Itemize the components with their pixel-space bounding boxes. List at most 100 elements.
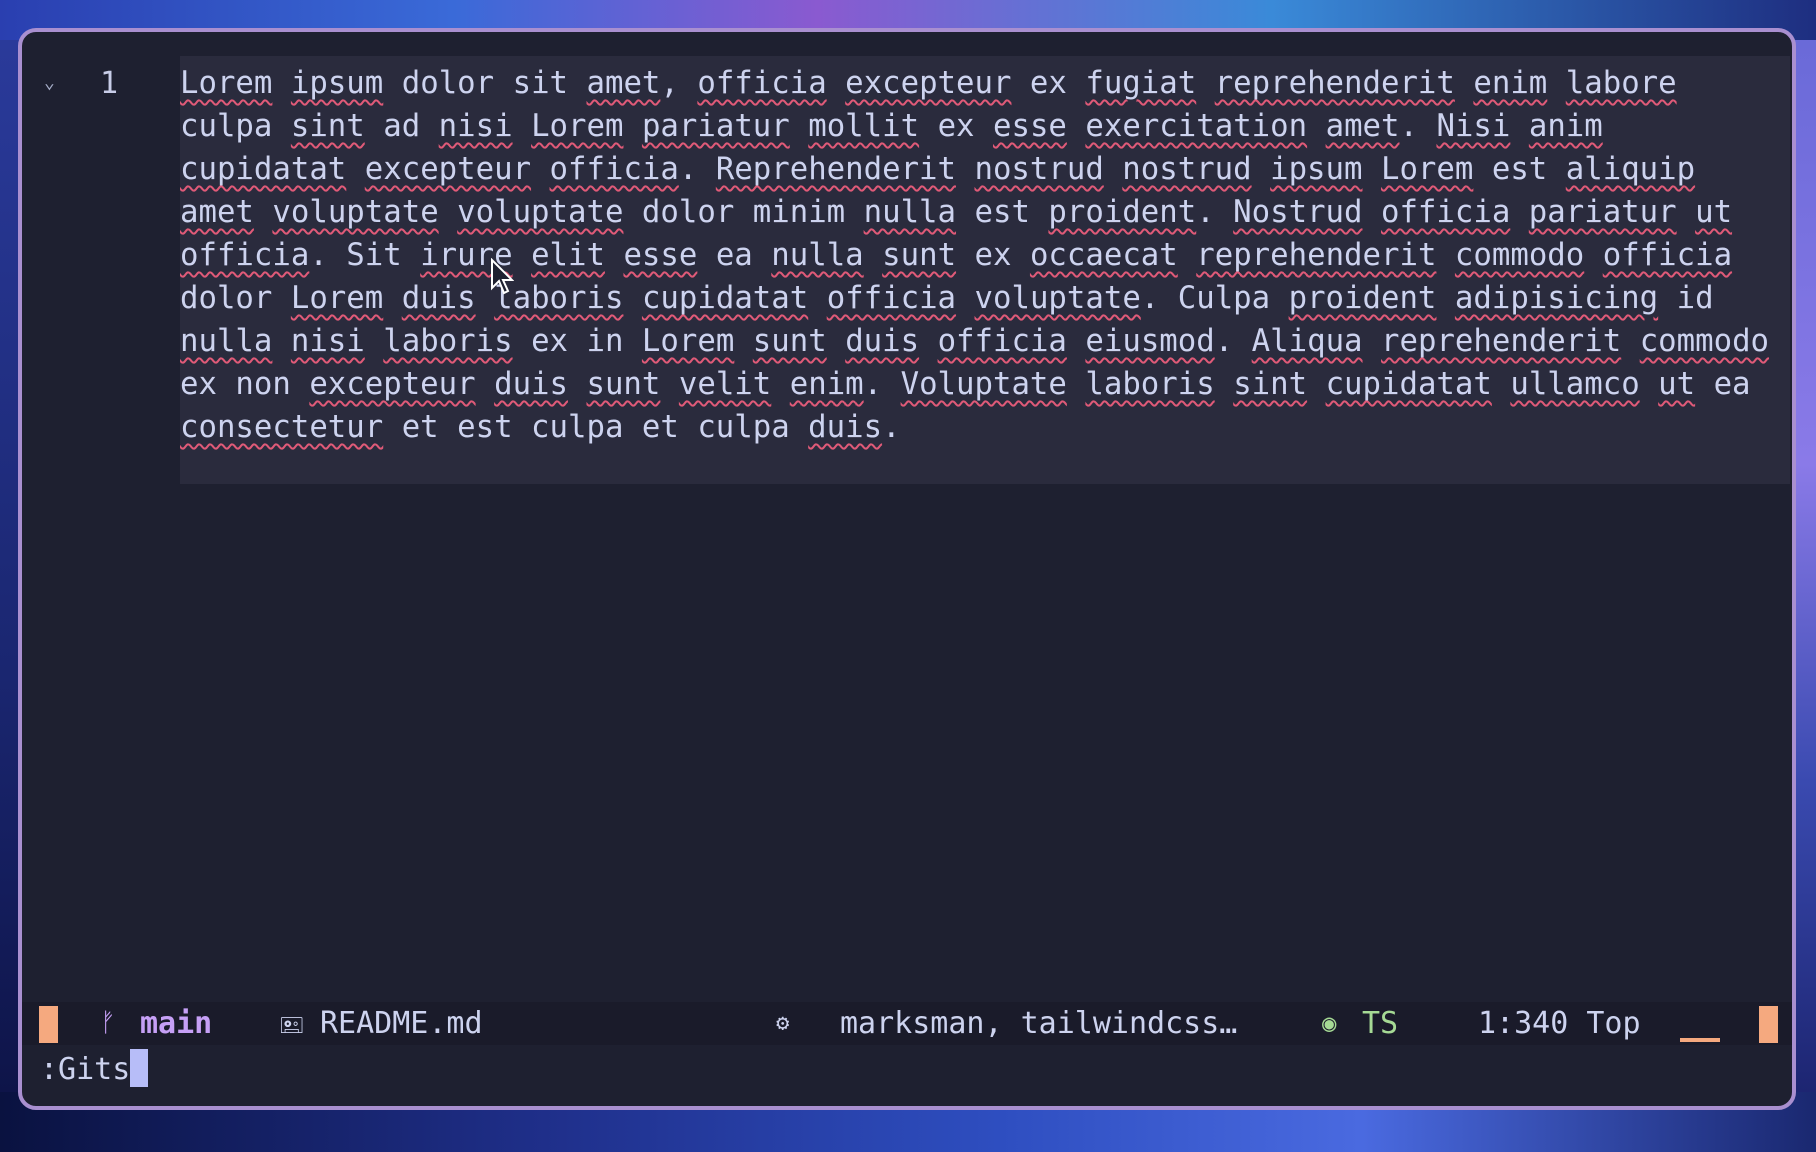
- spell-error-word: duis: [494, 367, 568, 402]
- buffer-text-run: [531, 152, 549, 187]
- buffer-text-run: ex: [919, 109, 993, 144]
- spell-error-word: nulla: [863, 195, 957, 230]
- buffer-text-run: . Culpa: [1140, 281, 1289, 316]
- spell-error-word: excepteur: [845, 66, 1012, 101]
- buffer-text-run: [568, 367, 586, 402]
- spell-error-word: nisi: [290, 324, 365, 359]
- command-line[interactable]: :Gits: [40, 1048, 149, 1091]
- buffer-text-run: [1436, 238, 1454, 273]
- buffer-text-run: [1492, 367, 1510, 402]
- buffer-text-run: [1603, 109, 1621, 144]
- spell-error-word: cupidatat: [641, 281, 809, 316]
- buffer-text-run: [771, 367, 789, 402]
- spell-error-word: proident: [1048, 195, 1197, 230]
- buffer-text-run: [272, 324, 290, 359]
- spell-error-word: cupidatat: [1325, 367, 1492, 402]
- buffer-text-run: [1510, 195, 1528, 230]
- fold-chevron-icon[interactable]: ⌄: [44, 72, 55, 93]
- buffer-text-run: [1436, 281, 1454, 316]
- spell-error-word: laboris: [1085, 367, 1215, 402]
- spell-error-word: voluptate: [457, 195, 624, 230]
- cursor-position: 1:340 Top: [1478, 1006, 1641, 1041]
- buffer-text-run: [1640, 367, 1658, 402]
- buffer-text-run: [1067, 324, 1085, 359]
- buffer-text-run: ad: [364, 109, 439, 144]
- spell-error-word: amet: [1325, 109, 1400, 144]
- git-branch-icon: ᚠ: [100, 1008, 116, 1038]
- spell-error-word: esse: [993, 109, 1067, 144]
- spell-error-word: Nostrud: [1233, 195, 1363, 230]
- spell-error-word: Lorem: [641, 324, 735, 359]
- spell-error-word: eiusmod: [1085, 324, 1215, 359]
- spell-error-word: ipsum: [290, 66, 384, 101]
- buffer-text-run: ex in: [512, 324, 642, 359]
- buffer-text-run: [1363, 195, 1381, 230]
- buffer-text-run: [1307, 109, 1325, 144]
- spell-error-word: sunt: [586, 367, 661, 402]
- buffer-text-run: [1510, 109, 1528, 144]
- git-branch: main: [140, 1006, 213, 1041]
- buffer-text-run: [623, 109, 641, 144]
- spell-error-word: nisi: [438, 109, 513, 144]
- scroll-indicator: [1680, 1038, 1720, 1042]
- buffer-text-run: ,: [660, 66, 698, 101]
- buffer-text-run: [1363, 324, 1381, 359]
- buffer-text-run: [1067, 367, 1085, 402]
- spell-error-word: officia: [180, 238, 310, 273]
- editor-pane[interactable]: ⌄ 1 Lorem ipsum dolor sit amet, officia …: [22, 32, 1792, 998]
- buffer-text-run: [513, 109, 531, 144]
- buffer-text-run: [919, 324, 937, 359]
- buffer-text-run: .: [863, 367, 901, 402]
- buffer-text-run: [1196, 66, 1214, 101]
- buffer-text-run: [623, 281, 641, 316]
- filename: README.md: [320, 1006, 483, 1041]
- buffer-text-run: [1252, 152, 1270, 187]
- spell-error-word: amet: [586, 66, 661, 101]
- spell-error-word: excepteur: [364, 152, 532, 187]
- spell-error-word: enim: [789, 367, 864, 402]
- buffer-text-run: [864, 238, 882, 273]
- buffer-text-run: ex: [956, 238, 1030, 273]
- spell-error-word: Aliqua: [1251, 324, 1363, 359]
- spell-error-word: voluptate: [272, 195, 439, 230]
- buffer-text-run: [254, 195, 272, 230]
- buffer-text-run: ea: [1695, 367, 1770, 402]
- spell-error-word: nostrud: [1122, 152, 1252, 187]
- buffer-text-run: [1621, 324, 1639, 359]
- spell-error-word: Voluptate: [900, 367, 1067, 402]
- spell-error-word: reprehenderit: [1214, 66, 1455, 101]
- spell-error-word: commodo: [1639, 324, 1770, 359]
- spell-error-word: reprehenderit: [1381, 324, 1622, 359]
- spell-error-word: officia: [826, 281, 957, 316]
- buffer-text-run: [1307, 367, 1325, 402]
- buffer-text-run: [1677, 195, 1695, 230]
- spell-error-word: Lorem: [1380, 152, 1474, 187]
- mode-indicator: [39, 1006, 58, 1043]
- buffer-text-run: .: [1196, 195, 1234, 230]
- spell-error-word: officia: [1602, 238, 1733, 273]
- text-cursor: [130, 1049, 149, 1087]
- terminal-window[interactable]: ⌄ 1 Lorem ipsum dolor sit amet, officia …: [18, 28, 1796, 1110]
- spell-error-word: amet: [180, 195, 254, 230]
- spell-error-word: voluptate: [974, 281, 1141, 316]
- buffer-text-run: ea: [697, 238, 772, 273]
- spell-error-word: consectetur: [180, 410, 384, 445]
- spell-error-word: fugiat: [1085, 66, 1197, 101]
- spell-error-word: reprehenderit: [1196, 238, 1437, 273]
- buffer-text-run: [827, 66, 845, 101]
- spell-error-word: elit: [531, 238, 605, 273]
- spell-error-word: ipsum: [1270, 152, 1363, 187]
- buffer-text-run: [365, 324, 383, 359]
- buffer-text-run: [956, 281, 974, 316]
- spell-error-word: nostrud: [974, 152, 1104, 187]
- command-text[interactable]: :Gits: [40, 1052, 130, 1087]
- spell-error-word: Reprehenderit: [715, 152, 956, 187]
- buffer-text-run: [1363, 152, 1381, 187]
- statusline: ᚠ main 🖭 README.md ⚙ marksman, tailwindc…: [22, 1002, 1792, 1045]
- spell-error-word: commodo: [1454, 238, 1585, 273]
- buffer-text-run: [605, 238, 623, 273]
- buffer-text-run: [1732, 195, 1750, 230]
- spell-error-word: ut: [1695, 195, 1733, 230]
- spell-error-word: Lorem: [180, 66, 273, 101]
- buffer-text[interactable]: Lorem ipsum dolor sit amet, officia exce…: [180, 62, 1780, 449]
